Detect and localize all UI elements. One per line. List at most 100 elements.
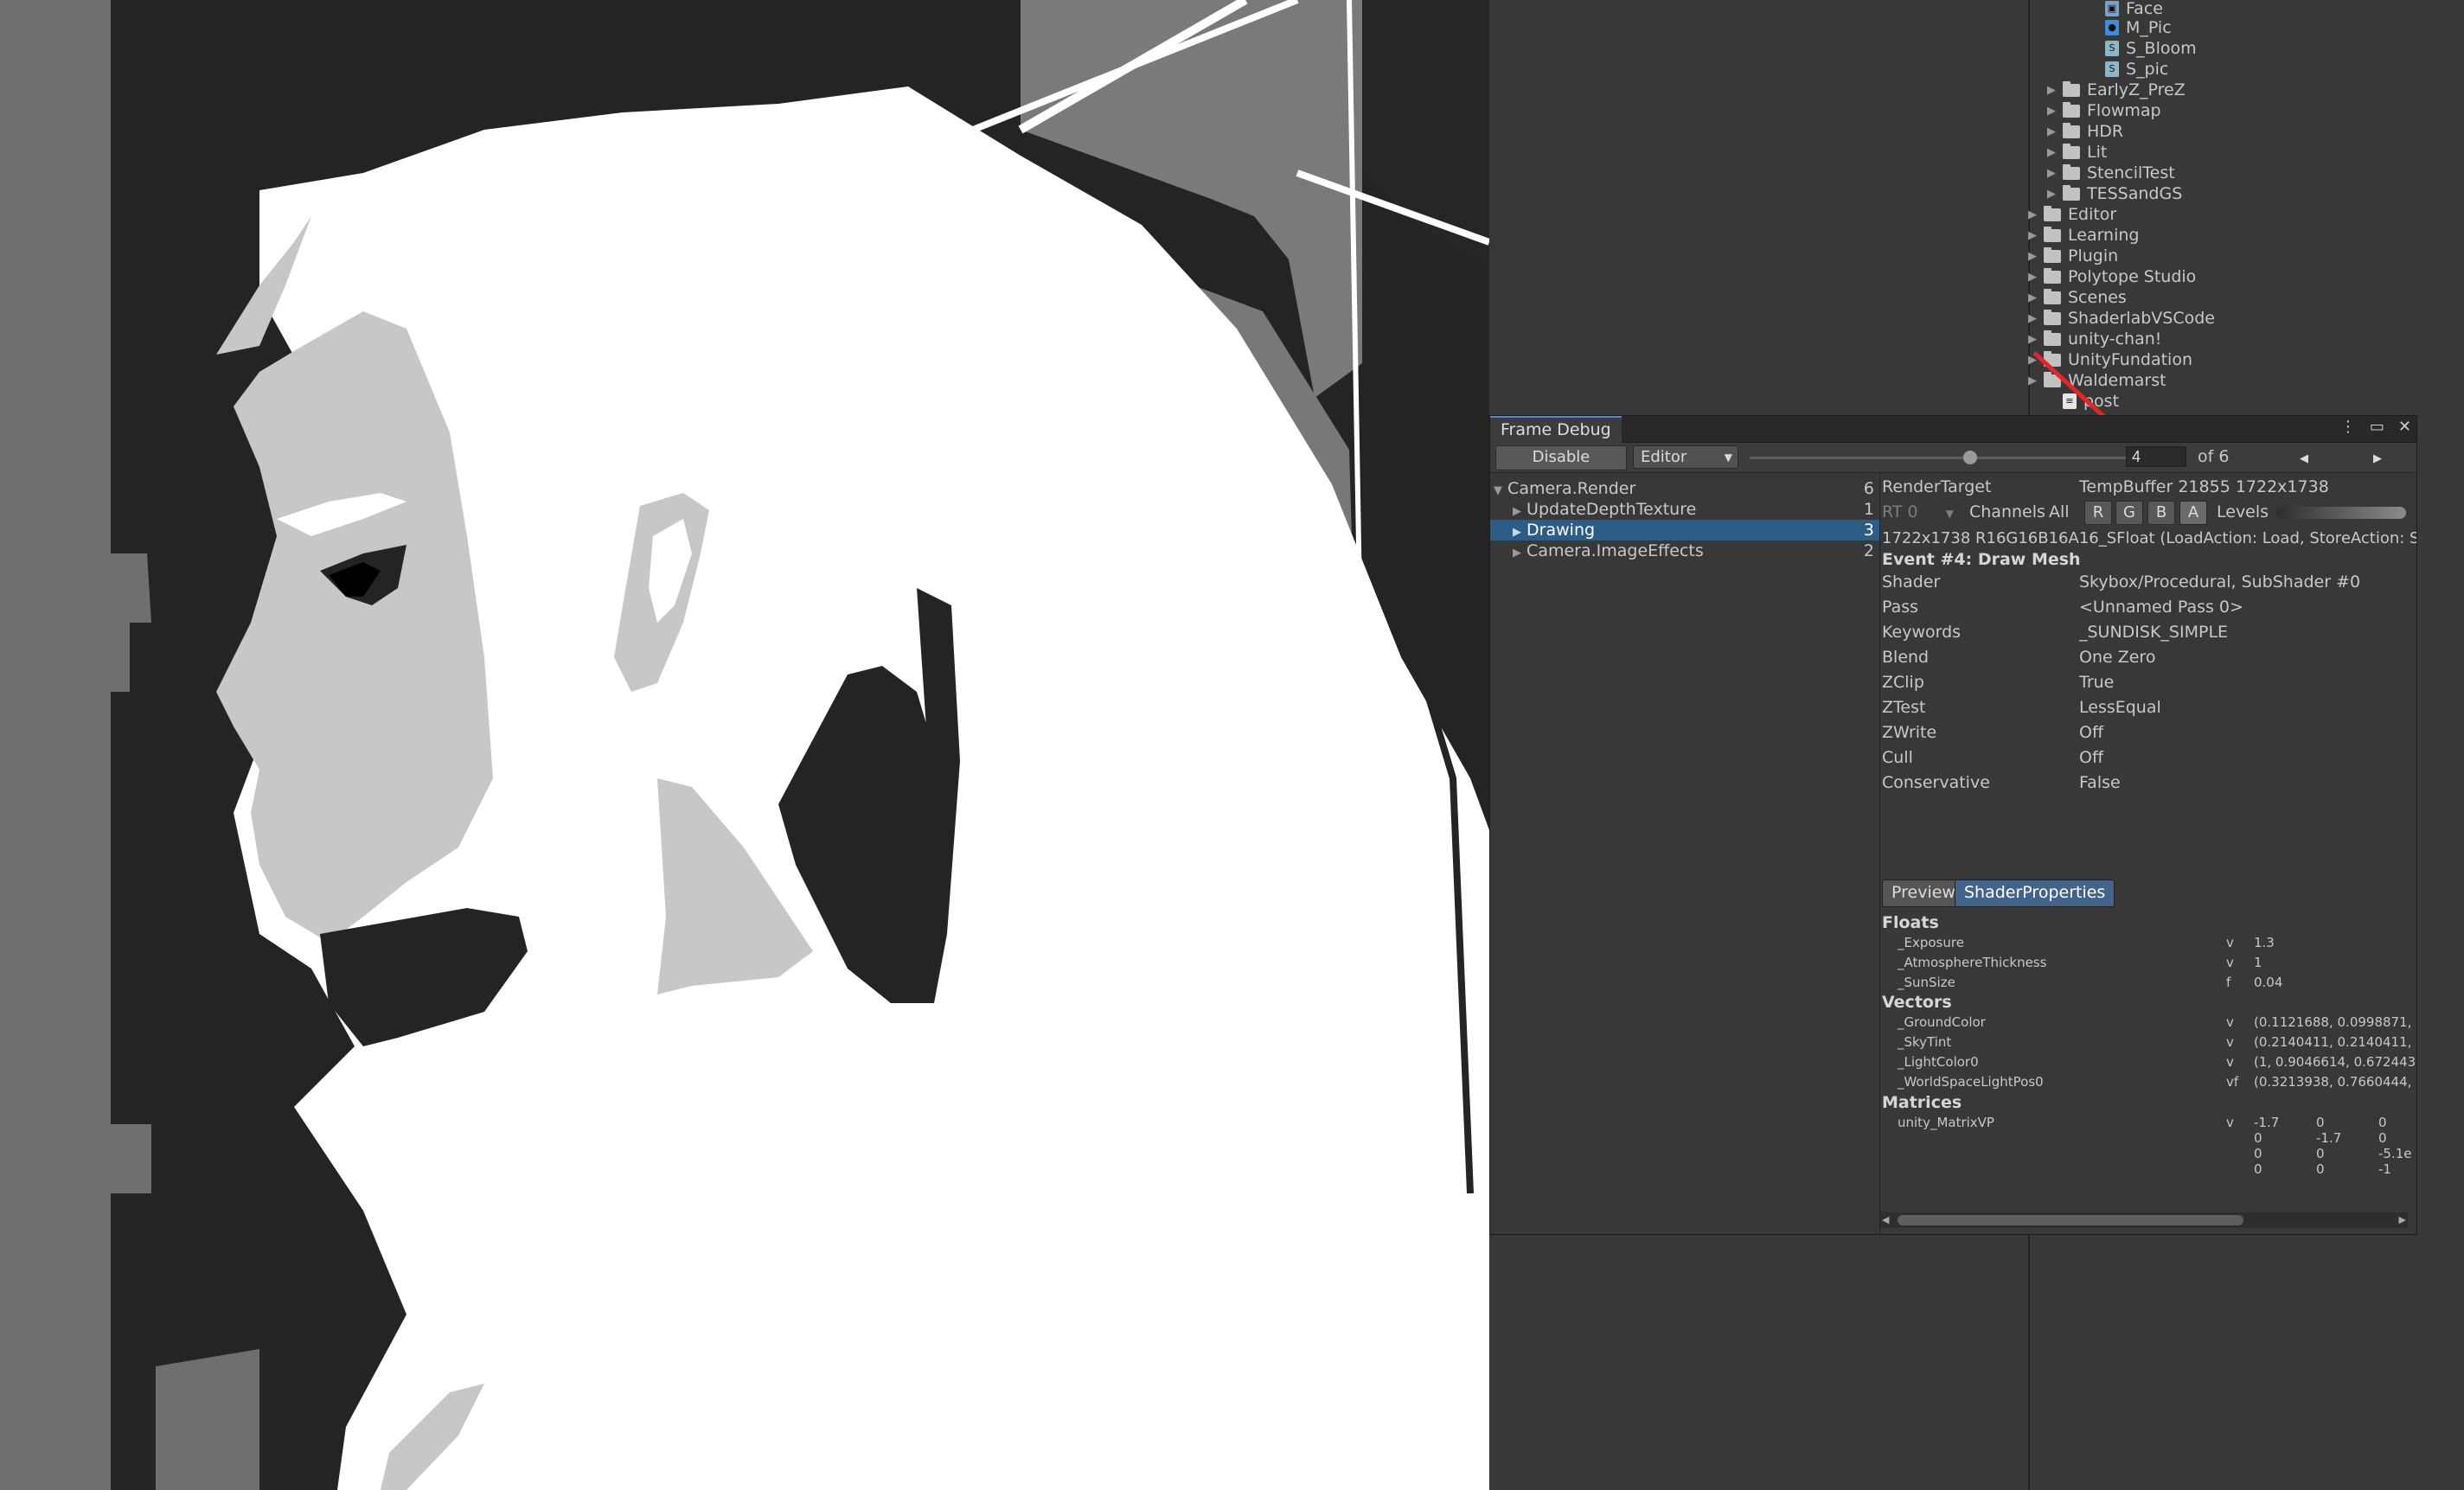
event-drawing[interactable]: ▶ Drawing 3 xyxy=(1490,520,1879,540)
expand-arrow-icon[interactable]: ▶ xyxy=(2047,167,2063,180)
channel-g-button[interactable]: G xyxy=(2115,501,2143,525)
property-value: True xyxy=(2079,673,2115,692)
matrix-cell: -1.7 xyxy=(2316,1130,2342,1146)
project-item[interactable]: ▶ TESSandGS xyxy=(2047,183,2182,204)
expand-arrow-icon[interactable]: ▶ xyxy=(2028,333,2044,346)
tab-preview[interactable]: Preview xyxy=(1882,879,1965,907)
prev-event-button[interactable]: ◀ xyxy=(2269,445,2339,470)
frame-debug-tab[interactable]: Frame Debug xyxy=(1490,416,1622,444)
project-item[interactable]: ▣ Face xyxy=(2105,0,2163,19)
property-value: _SUNDISK_SIMPLE xyxy=(2079,623,2229,642)
shader-prop-value: 0.04 xyxy=(2254,975,2283,990)
property-value: LessEqual xyxy=(2079,698,2161,717)
collapse-arrow-icon[interactable]: ▶ xyxy=(1513,505,1521,518)
event-update-depth-texture[interactable]: ▶ UpdateDepthTexture 1 xyxy=(1490,499,1879,520)
project-item[interactable]: S S_Bloom xyxy=(2105,38,2197,59)
expand-arrow-icon[interactable]: ▶ xyxy=(2028,208,2044,221)
next-icon: ▶ xyxy=(2373,452,2382,465)
project-item[interactable]: ▶ EarlyZ_PreZ xyxy=(2047,80,2186,100)
disable-button[interactable]: Disable xyxy=(1495,445,1627,470)
folder-icon xyxy=(2044,246,2061,263)
event-index-field[interactable] xyxy=(2126,446,2186,467)
folder-icon xyxy=(2044,267,2061,284)
game-viewport[interactable] xyxy=(0,0,1489,1490)
expand-arrow-icon[interactable]: ▼ xyxy=(1494,484,1502,497)
collapse-arrow-icon[interactable]: ▶ xyxy=(1513,526,1521,539)
folder-icon xyxy=(2063,80,2080,97)
project-item[interactable]: ▶ Flowmap xyxy=(2047,100,2161,121)
target-select[interactable]: Editor ▼ xyxy=(1633,445,1738,469)
property-value: <Unnamed Pass 0> xyxy=(2079,598,2243,617)
channel-b-button[interactable]: B xyxy=(2147,501,2175,525)
project-item[interactable]: ▶ Polytope Studio xyxy=(2028,266,2196,287)
matrix-cell: 0 xyxy=(2378,1130,2387,1146)
scroll-right-icon[interactable]: ▶ xyxy=(2399,1212,2406,1228)
rt-select[interactable]: RT 0 ▼ xyxy=(1882,502,1954,524)
channel-all-button[interactable]: All xyxy=(2049,502,2070,522)
property-value: One Zero xyxy=(2079,648,2156,667)
property-name: ZTest xyxy=(1882,698,1926,717)
project-item[interactable]: ▶ Learning xyxy=(2028,225,2140,246)
event-list: ▼ Camera.Render 6 ▶ UpdateDepthTexture 1… xyxy=(1490,473,1880,1234)
tab-shader-properties[interactable]: ShaderProperties xyxy=(1955,879,2115,907)
more-options-icon[interactable]: ⋮ xyxy=(2340,418,2356,436)
channel-r-button[interactable]: R xyxy=(2084,501,2112,525)
folder-icon xyxy=(2044,205,2061,221)
project-item-label: TESSandGS xyxy=(2087,184,2183,203)
expand-arrow-icon[interactable]: ▶ xyxy=(2028,250,2044,263)
chevron-down-icon: ▼ xyxy=(1724,451,1732,464)
shader-prop-name: _WorldSpaceLightPos0 xyxy=(1898,1074,2044,1090)
project-item-label: StencilTest xyxy=(2087,163,2175,182)
next-event-button[interactable]: ▶ xyxy=(2342,445,2413,470)
shader-prop-name: _Exposure xyxy=(1898,935,1964,950)
shader-prop-flag: v xyxy=(2226,955,2234,970)
expand-arrow-icon[interactable]: ▶ xyxy=(2047,146,2063,159)
matrix-cell: 0 xyxy=(2378,1115,2387,1130)
project-item[interactable]: ▶ Editor xyxy=(2028,204,2116,225)
vectors-header: Vectors xyxy=(1882,993,1952,1012)
folder-icon xyxy=(2044,288,2061,304)
event-slider-track[interactable] xyxy=(1750,457,2130,459)
project-item[interactable]: S S_pic xyxy=(2105,59,2168,80)
expand-arrow-icon[interactable]: ▶ xyxy=(2028,312,2044,325)
maximize-icon[interactable]: ▭ xyxy=(2370,418,2384,436)
expand-arrow-icon[interactable]: ▶ xyxy=(2047,84,2063,97)
project-item[interactable]: ▶ StencilTest xyxy=(2047,163,2175,183)
project-item[interactable]: ▶ Scenes xyxy=(2028,287,2127,308)
levels-slider[interactable] xyxy=(2276,507,2406,519)
close-icon[interactable]: ✕ xyxy=(2398,418,2411,436)
project-item[interactable]: ▶ Plugin xyxy=(2028,246,2118,266)
expand-arrow-icon[interactable]: ▶ xyxy=(2028,291,2044,304)
shader-prop-flag: vf xyxy=(2226,1074,2239,1090)
folder-icon xyxy=(2063,184,2080,201)
project-item-label: EarlyZ_PreZ xyxy=(2087,80,2186,99)
scrollbar-thumb[interactable] xyxy=(1898,1215,2243,1225)
expand-arrow-icon[interactable]: ▶ xyxy=(2028,271,2044,284)
property-value: False xyxy=(2079,773,2121,792)
matrix-cell: 0 xyxy=(2254,1130,2262,1146)
project-item[interactable]: ▶ Lit xyxy=(2047,142,2107,163)
shader-prop-value: (0.1121688, 0.0998871, 0 xyxy=(2254,1014,2416,1030)
expand-arrow-icon[interactable]: ▶ xyxy=(2047,188,2063,201)
event-camera-image-effects[interactable]: ▶ Camera.ImageEffects 2 xyxy=(1490,540,1879,561)
matrix-cell: 0 xyxy=(2254,1146,2262,1161)
event-camera-render[interactable]: ▼ Camera.Render 6 xyxy=(1490,478,1879,499)
horizontal-scrollbar[interactable]: ◀ ▶ xyxy=(1880,1212,2408,1228)
project-item[interactable]: ● M_Pic xyxy=(2105,17,2172,38)
project-item[interactable]: ▶ ShaderlabVSCode xyxy=(2028,308,2215,329)
folder-icon xyxy=(2063,122,2080,138)
matrix-cell: -1.7 xyxy=(2254,1115,2280,1130)
expand-arrow-icon[interactable]: ▶ xyxy=(2047,105,2063,118)
expand-arrow-icon[interactable]: ▶ xyxy=(2028,229,2044,242)
floats-header: Floats xyxy=(1882,913,1939,932)
project-item[interactable]: ▶ HDR xyxy=(2047,121,2123,142)
project-item-label: S_Bloom xyxy=(2126,39,2197,58)
channel-a-button[interactable]: A xyxy=(2179,501,2207,525)
matrix-cell: 0 xyxy=(2254,1161,2262,1177)
shader-prop-name: _AtmosphereThickness xyxy=(1898,955,2047,970)
collapse-arrow-icon[interactable]: ▶ xyxy=(1513,547,1521,560)
channels-label: Channels xyxy=(1969,502,2045,521)
event-slider-thumb[interactable] xyxy=(1963,451,1977,464)
expand-arrow-icon[interactable]: ▶ xyxy=(2047,125,2063,138)
scroll-left-icon[interactable]: ◀ xyxy=(1882,1212,1889,1228)
